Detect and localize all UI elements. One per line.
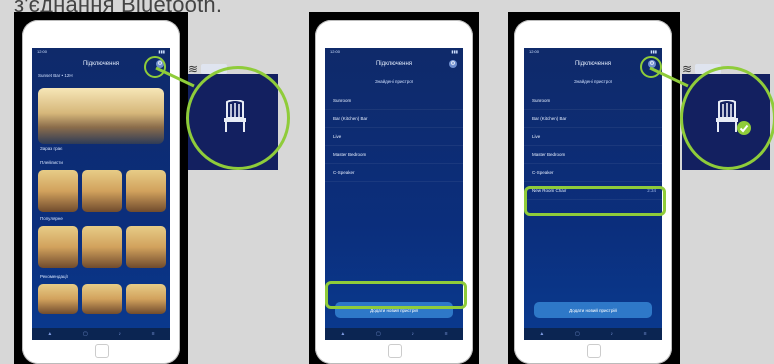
home-button-icon[interactable] [587,344,601,358]
home-button-icon[interactable] [95,344,109,358]
tab-rooms[interactable]: ▢ [376,331,381,337]
list-item[interactable]: Live [524,128,662,146]
tab-home[interactable]: ▲ [47,331,52,337]
checkmark-icon [737,121,751,135]
list-item[interactable]: Live [325,128,463,146]
tab-home[interactable]: ▲ [340,331,345,337]
list-item[interactable]: Master Bedroom [524,146,662,164]
tab-bar: ▲ ▢ ♪ ≡ [524,328,662,340]
list-item[interactable]: Bar (Kitchen) Bar [325,110,463,128]
screen-subtitle: Знайдені пристрої [573,79,613,84]
add-device-highlight [325,281,467,309]
screen-title: Підключення [82,61,120,67]
settings-highlight-1 [144,56,166,78]
tab-music[interactable]: ♪ [610,331,613,337]
thumbnail[interactable] [38,284,78,314]
list-item[interactable]: C-Speaker [524,164,662,182]
add-device-button[interactable]: Додати новий пристрій [534,302,652,318]
hero-caption: Зараз грає [40,146,63,151]
tab-home[interactable]: ▲ [539,331,544,337]
new-device-highlight [524,186,666,216]
device-list: Sunroom Bar (Kitchen) Bar Live Master Be… [325,92,463,182]
status-bar: 12:00 ▮▮▮ [529,49,657,54]
section-title-2: Популярне [40,216,63,221]
screen-title: Підключення [375,61,413,67]
chair-icon [224,100,246,132]
tab-bar: ▲ ▢ ♪ ≡ [325,328,463,340]
list-item[interactable]: Master Bedroom [325,146,463,164]
list-item[interactable]: Bar (Kitchen) Bar [524,110,662,128]
list-item[interactable]: C-Speaker [325,164,463,182]
thumbnail[interactable] [38,170,78,212]
list-item[interactable]: Sunroom [524,92,662,110]
status-bar: 12:00 ▮▮▮ [37,49,165,54]
thumbnail[interactable] [82,284,122,314]
tab-more[interactable]: ≡ [445,331,448,337]
list-item[interactable]: Sunroom [325,92,463,110]
gear-icon[interactable]: ⚙ [449,60,457,68]
thumbnail[interactable] [38,226,78,268]
thumbnail[interactable] [126,170,166,212]
tab-music[interactable]: ♪ [411,331,414,337]
thumbnail[interactable] [82,226,122,268]
tab-more[interactable]: ≡ [152,331,155,337]
screen-subtitle: Знайдені пристрої [374,79,414,84]
section-title-1: Плейлисти [40,160,63,165]
phone-frame-2: 12:00 ▮▮▮ Підключення ⚙ Знайдені пристрої… [315,20,473,364]
thumbnail[interactable] [126,284,166,314]
app-header: Підключення ⚙ [325,57,463,71]
now-playing-card[interactable] [38,88,164,144]
home-button-icon[interactable] [388,344,402,358]
status-bar: 12:00 ▮▮▮ [330,49,458,54]
tab-music[interactable]: ♪ [118,331,121,337]
device-list: Sunroom Bar (Kitchen) Bar Live Master Be… [524,92,662,200]
thumbnail[interactable] [82,170,122,212]
phone-panel-2: 12:00 ▮▮▮ Підключення ⚙ Знайдені пристрої… [309,12,479,364]
tab-more[interactable]: ≡ [644,331,647,337]
tab-bar: ▲ ▢ ♪ ≡ [32,328,170,340]
screen-title: Підключення [574,61,612,67]
tab-rooms[interactable]: ▢ [83,331,88,337]
settings-highlight-2 [640,56,662,78]
section-title-3: Рекомендації [40,274,68,279]
thumbnail[interactable] [126,226,166,268]
tab-rooms[interactable]: ▢ [575,331,580,337]
